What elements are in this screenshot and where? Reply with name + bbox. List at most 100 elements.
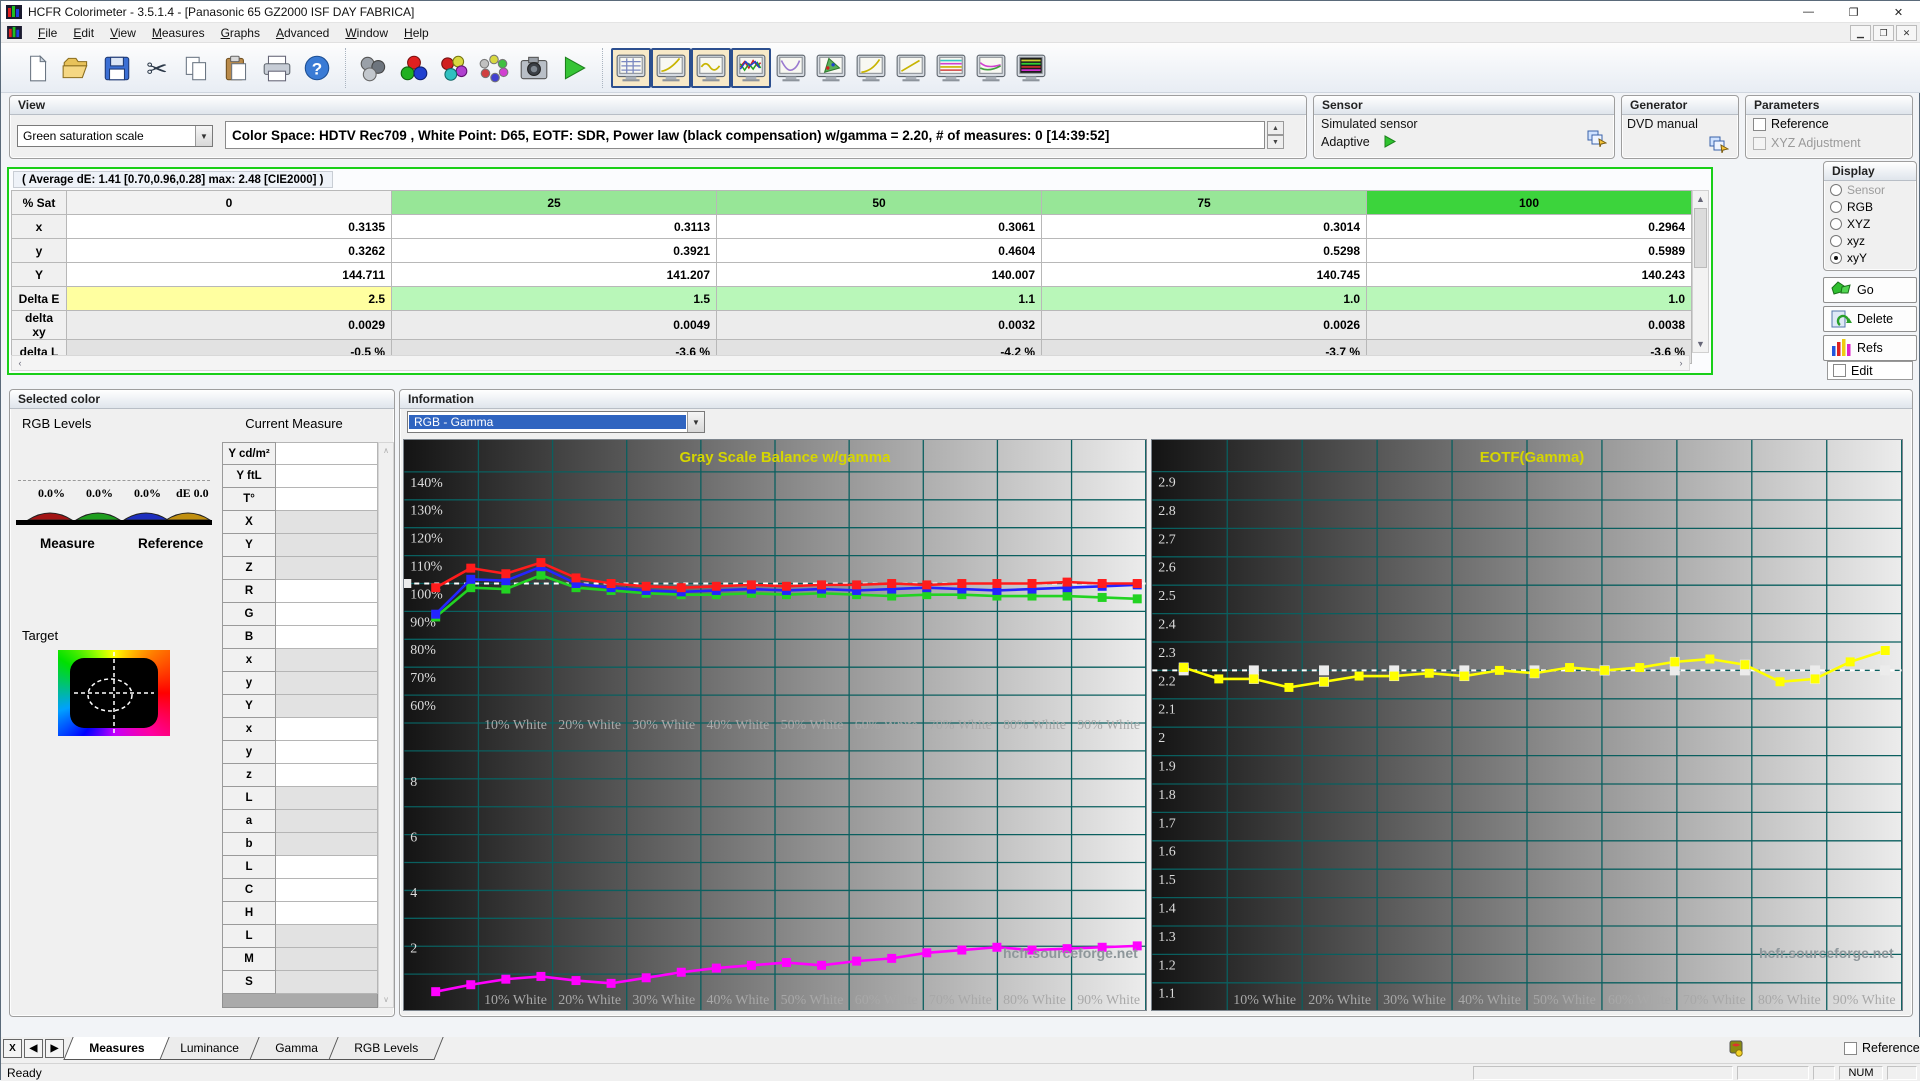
sensor-config-icon[interactable] — [1587, 129, 1607, 147]
table-row-Y[interactable]: Y144.711141.207140.007140.745140.243 — [12, 263, 1692, 287]
display-radio-xyz[interactable]: xyz — [1824, 232, 1916, 249]
saturation-table[interactable]: % Sat0255075100x0.31350.31130.30610.3014… — [11, 190, 1692, 364]
cell[interactable]: 140.745 — [1042, 263, 1367, 287]
restore-button[interactable]: ❐ — [1831, 1, 1876, 23]
cell[interactable]: 0.3262 — [67, 239, 392, 263]
menu-view[interactable]: View — [102, 24, 144, 42]
cell[interactable]: 0.2964 — [1367, 215, 1692, 239]
cell[interactable]: 144.711 — [67, 263, 392, 287]
close-view-button[interactable]: X — [3, 1039, 22, 1058]
cell[interactable]: 0.0026 — [1042, 311, 1367, 340]
cell[interactable]: 1.5 — [392, 287, 717, 311]
cell[interactable]: 0.3921 — [392, 239, 717, 263]
menu-window[interactable]: Window — [337, 24, 396, 42]
sat-col-header-75[interactable]: 75 — [1042, 191, 1367, 215]
prev-tab-button[interactable]: ◀ — [24, 1039, 43, 1058]
print-button[interactable] — [257, 48, 297, 88]
spinner-up-icon[interactable]: ▲ — [1267, 121, 1284, 135]
table-row-delta-xy[interactable]: delta xy0.00290.00490.00320.00260.0038 — [12, 311, 1692, 340]
rgb-balance-view-button[interactable] — [731, 48, 771, 88]
snapshot-button[interactable] — [514, 48, 554, 88]
display-radio-xyz[interactable]: XYZ — [1824, 215, 1916, 232]
close-button[interactable]: ✕ — [1876, 1, 1920, 23]
radio-icon[interactable] — [1830, 201, 1842, 213]
open-folder-button[interactable] — [57, 48, 97, 88]
cell[interactable]: 1.0 — [1042, 287, 1367, 311]
sat-col-header-50[interactable]: 50 — [717, 191, 1042, 215]
sat-col-header-100[interactable]: 100 — [1367, 191, 1692, 215]
radio-icon[interactable] — [1830, 252, 1842, 264]
menu-graphs[interactable]: Graphs — [213, 24, 268, 42]
luminance-view-button[interactable] — [851, 48, 891, 88]
tab-luminance[interactable]: Luminance — [155, 1037, 265, 1060]
measures-table-view-button[interactable] — [611, 48, 651, 88]
primaries-measures-button[interactable] — [394, 48, 434, 88]
edit-checkbox-box[interactable] — [1833, 364, 1846, 377]
cell[interactable]: 0.5989 — [1367, 239, 1692, 263]
cell[interactable]: 2.5 — [67, 287, 392, 311]
mdi-restore-button[interactable]: ❐ — [1873, 25, 1894, 41]
radio-icon[interactable] — [1830, 218, 1842, 230]
scroll-up-icon[interactable]: ∧ — [383, 446, 389, 455]
minimize-button[interactable]: ― — [1786, 1, 1831, 23]
cell[interactable]: 0.3061 — [717, 215, 1042, 239]
tab-rgb-levels[interactable]: RGB Levels — [328, 1037, 443, 1060]
go-button[interactable]: Go — [1823, 277, 1917, 303]
cell[interactable]: 0.3113 — [392, 215, 717, 239]
grayscale-balance-chart[interactable]: 140%130%120%110%100%90%80%70%60%864210% … — [403, 439, 1147, 1011]
current-measure-scrollbar[interactable]: ∧ ∨ — [378, 442, 394, 1008]
menu-help[interactable]: Help — [396, 24, 437, 42]
chevron-down-icon[interactable]: ▼ — [687, 412, 704, 432]
cell[interactable]: 0.0032 — [717, 311, 1042, 340]
menu-advanced[interactable]: Advanced — [268, 24, 337, 42]
menu-edit[interactable]: Edit — [65, 24, 102, 42]
table-row-Delta-E[interactable]: Delta E2.51.51.11.01.0 — [12, 287, 1692, 311]
table-row-y[interactable]: y0.32620.39210.46040.52980.5989 — [12, 239, 1692, 263]
graph-selector-dropdown[interactable]: RGB - Gamma ▼ — [407, 411, 705, 433]
scale-selector-dropdown[interactable]: Green saturation scale ▼ — [17, 125, 213, 147]
next-tab-button[interactable]: ▶ — [45, 1039, 64, 1058]
cell[interactable]: 1.0 — [1367, 287, 1692, 311]
display-radio-rgb[interactable]: RGB — [1824, 198, 1916, 215]
reference-checkbox[interactable]: Reference — [1753, 117, 1829, 131]
delete-button[interactable]: Delete — [1823, 306, 1917, 332]
radio-icon[interactable] — [1830, 235, 1842, 247]
reference-checkbox-box[interactable] — [1753, 118, 1766, 131]
chevron-down-icon[interactable]: ▼ — [195, 126, 212, 146]
cell[interactable]: 0.0038 — [1367, 311, 1692, 340]
table-vertical-scrollbar[interactable]: ▲ ▼ — [1692, 190, 1709, 353]
sat-col-header-0[interactable]: 0 — [67, 191, 392, 215]
menu-file[interactable]: File — [30, 24, 65, 42]
free-measures-button[interactable] — [354, 48, 394, 88]
statusbar-reference-checkbox[interactable]: Reference — [1844, 1041, 1920, 1055]
cell[interactable]: 140.243 — [1367, 263, 1692, 287]
statusbar-reference-box[interactable] — [1844, 1042, 1857, 1055]
continuous-measures-button[interactable] — [474, 48, 514, 88]
copy-button[interactable] — [177, 48, 217, 88]
table-row-x[interactable]: x0.31350.31130.30610.30140.2964 — [12, 215, 1692, 239]
scroll-down-icon[interactable]: ∨ — [383, 995, 389, 1004]
refs-button[interactable]: Refs — [1823, 335, 1917, 361]
cie-chart-view-button[interactable] — [811, 48, 851, 88]
edit-checkbox[interactable]: Edit — [1827, 361, 1913, 380]
eotf-gamma-chart[interactable]: 2.92.82.72.62.52.42.32.22.121.91.81.71.6… — [1151, 439, 1903, 1011]
info-spinner[interactable]: ▲ ▼ — [1267, 121, 1284, 149]
cell[interactable]: 0.0049 — [392, 311, 717, 340]
free-graph-view-button[interactable] — [1011, 48, 1051, 88]
secondaries-measures-button[interactable] — [434, 48, 474, 88]
generator-config-icon[interactable] — [1709, 135, 1729, 153]
gamma-view-button[interactable] — [891, 48, 931, 88]
mdi-close-button[interactable]: ✕ — [1896, 25, 1917, 41]
save-button[interactable] — [97, 48, 137, 88]
help-button[interactable]: ? — [297, 48, 337, 88]
tab-measures[interactable]: Measures — [63, 1037, 170, 1060]
paste-button[interactable] — [217, 48, 257, 88]
cell[interactable]: 0.0029 — [67, 311, 392, 340]
scroll-right-icon[interactable]: › — [1673, 356, 1689, 370]
scroll-up-icon[interactable]: ▲ — [1693, 191, 1708, 207]
cell[interactable]: 140.007 — [717, 263, 1042, 287]
scroll-down-icon[interactable]: ▼ — [1693, 336, 1708, 352]
cell[interactable]: 1.1 — [717, 287, 1042, 311]
scroll-left-icon[interactable]: ‹ — [12, 356, 28, 370]
table-vscroll-thumb[interactable] — [1694, 208, 1707, 268]
